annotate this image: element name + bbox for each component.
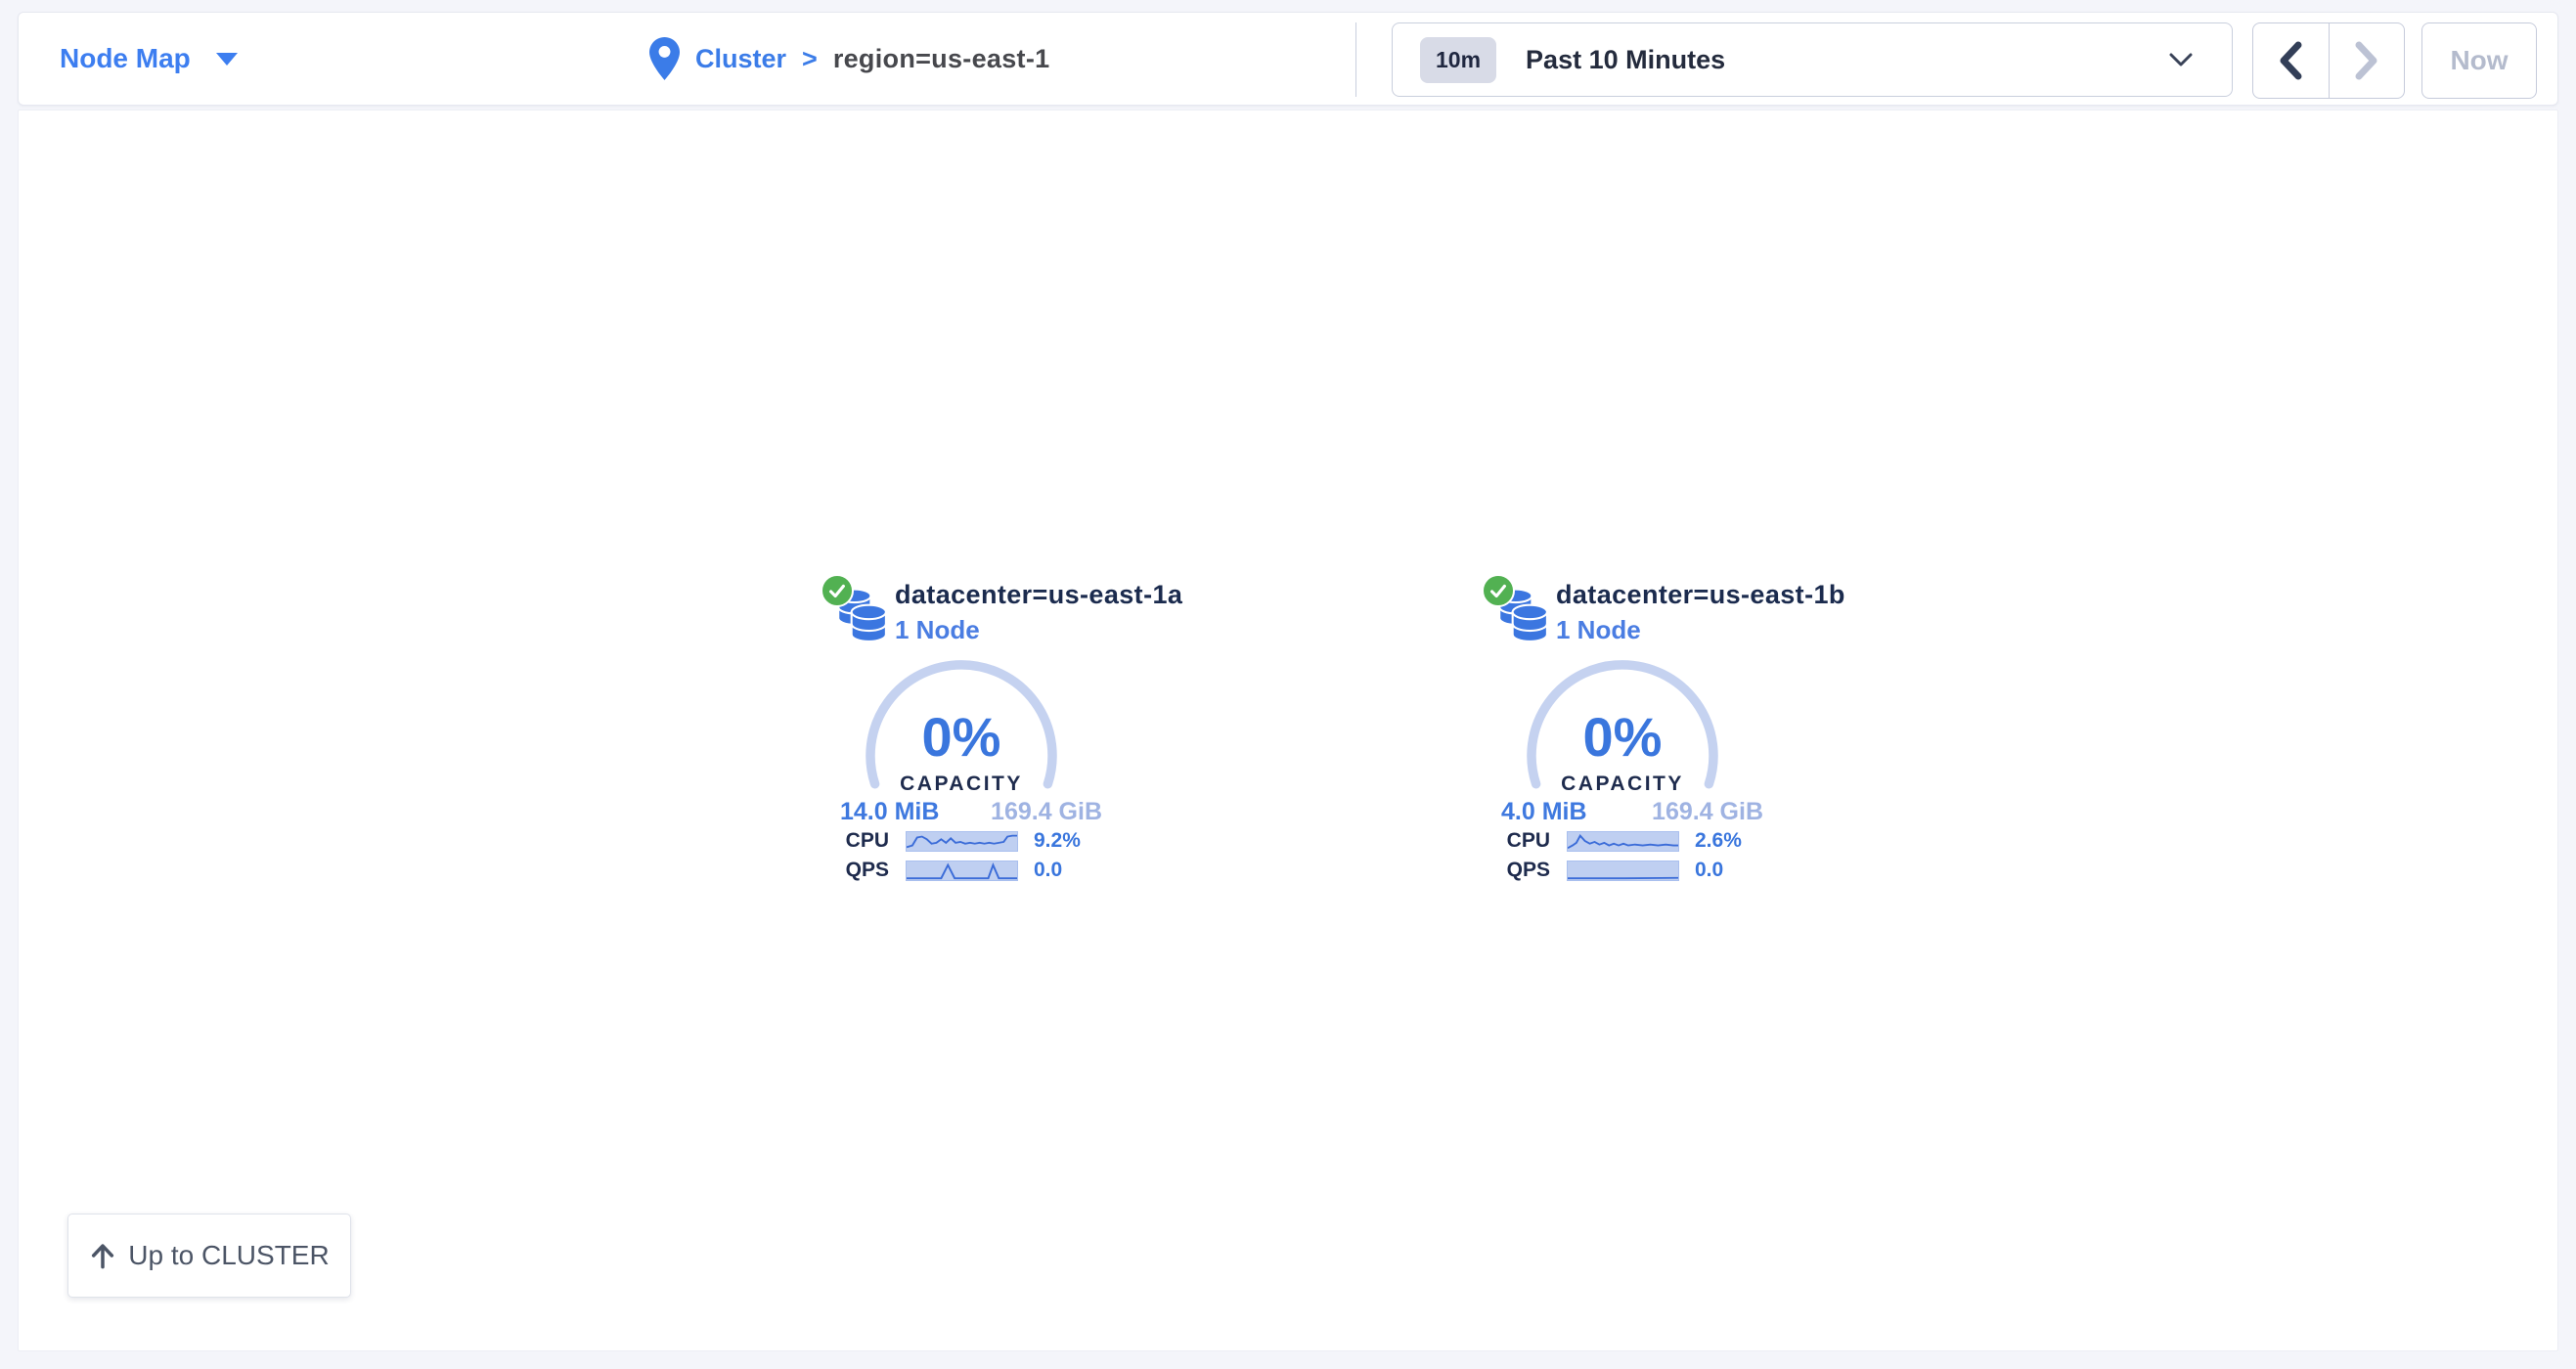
breadcrumb-separator: > bbox=[802, 44, 818, 74]
node-map-screen: Node Map Cluster > region=us-east-1 10m … bbox=[0, 0, 2576, 1369]
header-bar: Node Map Cluster > region=us-east-1 10m … bbox=[18, 12, 2558, 106]
qps-value: 0.0 bbox=[1034, 859, 1062, 882]
capacity-used: 14.0 MiB bbox=[840, 798, 939, 826]
qps-label: QPS bbox=[1482, 859, 1550, 882]
capacity-values-row: 4.0 MiB 169.4 GiB bbox=[1501, 798, 1763, 826]
cpu-sparkline bbox=[1567, 831, 1679, 852]
time-range-dropdown[interactable]: 10m Past 10 Minutes bbox=[1392, 22, 2233, 97]
datacenter-card-us-east-1b[interactable]: datacenter=us-east-1b 1 Node 0% CAPACITY… bbox=[1482, 570, 1873, 903]
datacenter-card-us-east-1a[interactable]: datacenter=us-east-1a 1 Node 0% CAPACITY… bbox=[821, 570, 1212, 903]
capacity-total: 169.4 GiB bbox=[991, 798, 1102, 826]
node-map-canvas: datacenter=us-east-1a 1 Node 0% CAPACITY… bbox=[18, 110, 2558, 1351]
cpu-metric-row: CPU 9.2% bbox=[821, 830, 1081, 852]
capacity-percentage: 0% bbox=[1520, 705, 1725, 769]
node-count-link[interactable]: 1 Node bbox=[1556, 615, 1641, 645]
qps-label: QPS bbox=[821, 859, 889, 882]
capacity-values-row: 14.0 MiB 169.4 GiB bbox=[840, 798, 1102, 826]
qps-metric-row: QPS 0.0 bbox=[1482, 860, 1723, 881]
datacenter-title: datacenter=us-east-1a bbox=[895, 580, 1182, 610]
breadcrumb: Cluster > region=us-east-1 bbox=[649, 13, 1049, 105]
capacity-used: 4.0 MiB bbox=[1501, 798, 1587, 826]
qps-value: 0.0 bbox=[1695, 859, 1723, 882]
healthy-check-icon bbox=[821, 574, 854, 607]
up-to-cluster-button[interactable]: Up to CLUSTER bbox=[67, 1214, 351, 1298]
view-selector-label: Node Map bbox=[60, 43, 191, 74]
breadcrumb-cluster-link[interactable]: Cluster bbox=[695, 44, 786, 74]
capacity-percentage: 0% bbox=[859, 705, 1064, 769]
now-button[interactable]: Now bbox=[2421, 22, 2537, 99]
time-nav-group bbox=[2252, 22, 2405, 99]
chevron-down-icon bbox=[2169, 53, 2193, 72]
qps-sparkline bbox=[906, 861, 1018, 881]
view-selector-dropdown[interactable]: Node Map bbox=[60, 13, 238, 105]
capacity-total: 169.4 GiB bbox=[1652, 798, 1763, 826]
qps-sparkline bbox=[1567, 861, 1679, 881]
node-count-link[interactable]: 1 Node bbox=[895, 615, 980, 645]
breadcrumb-current: region=us-east-1 bbox=[833, 44, 1050, 74]
time-back-button[interactable] bbox=[2253, 23, 2329, 98]
header-divider bbox=[1355, 22, 1356, 97]
healthy-check-icon bbox=[1482, 574, 1515, 607]
chevron-right-icon bbox=[2354, 41, 2379, 80]
qps-metric-row: QPS 0.0 bbox=[821, 860, 1062, 881]
cpu-label: CPU bbox=[1482, 829, 1550, 853]
chevron-left-icon bbox=[2278, 41, 2303, 80]
capacity-label: CAPACITY bbox=[859, 773, 1064, 796]
cpu-sparkline bbox=[906, 831, 1018, 852]
arrow-up-icon bbox=[89, 1242, 116, 1269]
capacity-label: CAPACITY bbox=[1520, 773, 1725, 796]
time-range-label: Past 10 Minutes bbox=[1526, 45, 1725, 75]
time-forward-button[interactable] bbox=[2329, 23, 2405, 98]
cpu-value: 9.2% bbox=[1034, 829, 1081, 853]
up-to-cluster-label: Up to CLUSTER bbox=[128, 1240, 329, 1271]
caret-down-icon bbox=[216, 53, 238, 66]
datacenter-title: datacenter=us-east-1b bbox=[1556, 580, 1845, 610]
cpu-value: 2.6% bbox=[1695, 829, 1742, 853]
location-pin-icon bbox=[649, 37, 680, 80]
cpu-label: CPU bbox=[821, 829, 889, 853]
time-range-badge: 10m bbox=[1420, 37, 1496, 83]
cpu-metric-row: CPU 2.6% bbox=[1482, 830, 1742, 852]
